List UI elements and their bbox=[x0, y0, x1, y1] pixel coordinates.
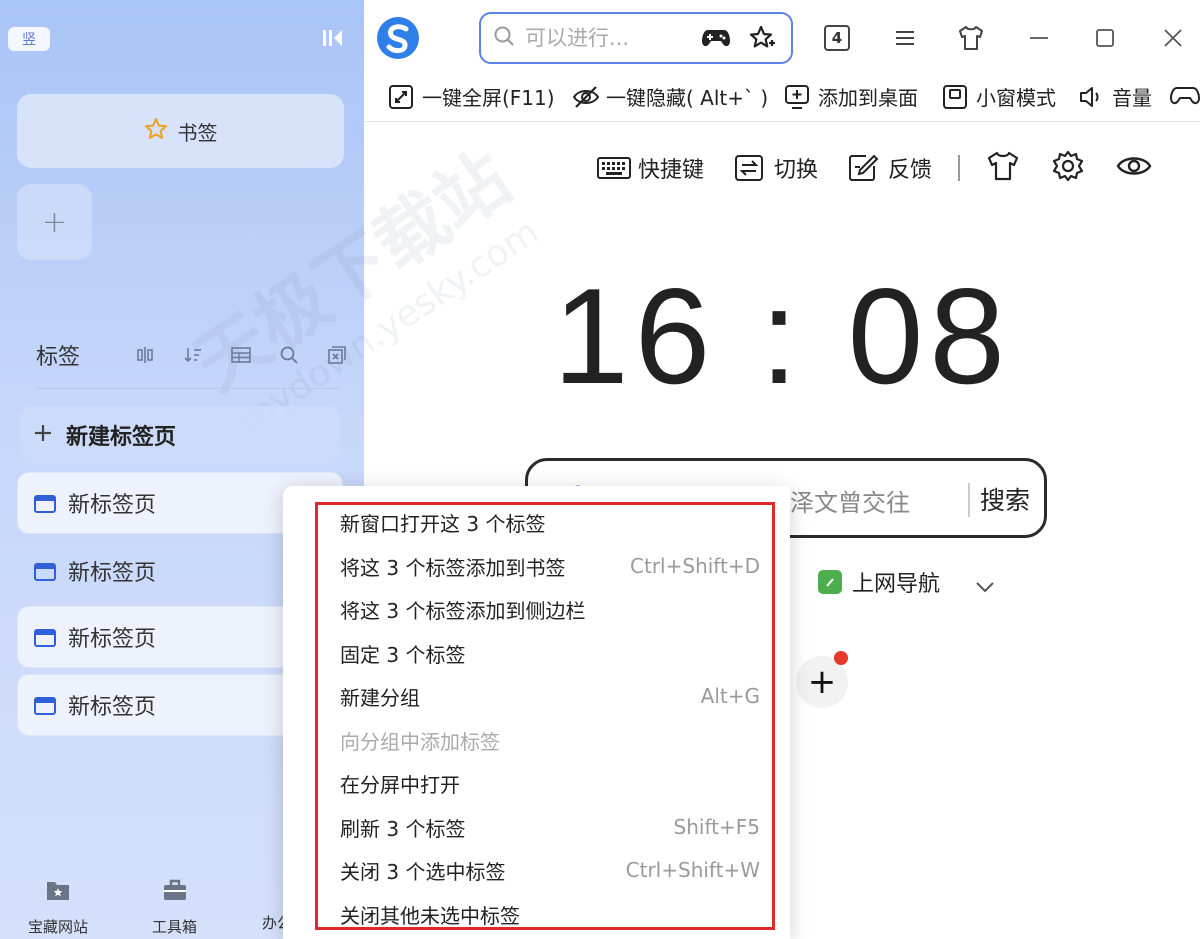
sort-icon[interactable] bbox=[180, 345, 206, 365]
eye-off-icon bbox=[572, 84, 600, 110]
navigation-icon bbox=[818, 570, 842, 594]
fullscreen-button[interactable]: 一键全屏(F11) bbox=[388, 82, 555, 111]
star-add-icon[interactable] bbox=[747, 25, 777, 51]
search-icon bbox=[493, 25, 515, 51]
speaker-icon bbox=[1078, 84, 1104, 110]
browser-tab-icon bbox=[34, 628, 56, 647]
menu-item-open-in-new-window[interactable]: 新窗口打开这 3 个标签 bbox=[340, 502, 760, 542]
quick-hide-button[interactable]: 一键隐藏( Alt+` ) bbox=[572, 82, 768, 111]
browser-tab-icon bbox=[34, 696, 56, 715]
feedback-icon bbox=[846, 152, 882, 184]
eye-icon[interactable] bbox=[1116, 152, 1152, 184]
search-suggestion-text: 泽文曾交往 bbox=[790, 489, 910, 517]
menu-item-add-to-bookmarks[interactable]: 将这 3 个标签添加到书签 Ctrl+Shift+D bbox=[340, 546, 760, 586]
title-bar: 4 bbox=[364, 0, 1200, 74]
tabs-header: 标签 bbox=[36, 338, 356, 372]
menu-item-pin-tabs[interactable]: 固定 3 个标签 bbox=[340, 633, 760, 673]
toolbox-icon bbox=[162, 878, 188, 906]
game-button[interactable] bbox=[1169, 82, 1200, 108]
search-input[interactable] bbox=[525, 26, 685, 50]
maximize-icon[interactable] bbox=[1090, 24, 1120, 52]
tools-separator bbox=[958, 155, 961, 181]
align-icon[interactable] bbox=[132, 345, 158, 365]
menu-item-new-group[interactable]: 新建分组 Alt+G bbox=[340, 676, 760, 716]
close-all-tabs-icon[interactable] bbox=[324, 345, 350, 365]
close-icon[interactable] bbox=[1158, 24, 1188, 52]
keyboard-icon bbox=[596, 152, 632, 184]
minimize-icon[interactable] bbox=[1024, 24, 1054, 52]
skin-shirt-icon[interactable] bbox=[956, 24, 986, 52]
menu-item-open-in-split-screen[interactable]: 在分屏中打开 bbox=[340, 763, 760, 803]
tabs-divider bbox=[36, 388, 340, 389]
treasure-sites-button[interactable]: 宝藏网站 bbox=[28, 878, 88, 937]
toolbox-button[interactable]: 工具箱 bbox=[152, 878, 197, 937]
tab-label: 新标签页 bbox=[68, 561, 157, 586]
feedback-button[interactable]: 反馈 bbox=[846, 152, 932, 184]
browser-logo-icon bbox=[376, 16, 420, 60]
shortcuts-button[interactable]: 快捷键 bbox=[596, 152, 704, 184]
collapse-sidebar-icon[interactable] bbox=[322, 28, 344, 48]
browser-tab-icon bbox=[34, 562, 56, 581]
menu-item-add-to-group: 向分组中添加标签 bbox=[340, 729, 500, 754]
nav-group-selector[interactable]: 上网导航 bbox=[818, 566, 996, 598]
gamepad-outline-icon bbox=[1169, 82, 1200, 108]
menu-item-close-selected-tabs[interactable]: 关闭 3 个选中标签 Ctrl+Shift+W bbox=[340, 850, 760, 890]
switch-button[interactable]: 切换 bbox=[732, 152, 818, 184]
star-icon bbox=[144, 117, 168, 146]
quick-toolbar: 一键全屏(F11) 一键隐藏( Alt+` ) 添加到桌面 小窗模式 音量 bbox=[364, 74, 1200, 122]
chevron-down-icon bbox=[974, 575, 996, 593]
search-button[interactable]: 搜索 bbox=[980, 481, 1030, 517]
tab-label: 新标签页 bbox=[68, 695, 157, 720]
search-tabs-icon[interactable] bbox=[276, 345, 302, 365]
plus-icon bbox=[34, 423, 52, 448]
address-search-box[interactable] bbox=[479, 12, 793, 64]
browser-tab-icon bbox=[34, 494, 56, 513]
switch-icon bbox=[732, 152, 768, 184]
mini-window-icon bbox=[942, 84, 968, 110]
search-separator bbox=[968, 483, 970, 517]
volume-button[interactable]: 音量 bbox=[1078, 82, 1152, 111]
notification-dot bbox=[834, 651, 848, 665]
add-bookmark-button[interactable]: + bbox=[17, 184, 92, 260]
bookmark-label: 书签 bbox=[177, 120, 218, 145]
menu-item-add-to-sidebar[interactable]: 将这 3 个标签添加到侧边栏 bbox=[340, 589, 760, 629]
bookmark-card[interactable]: 书签 bbox=[17, 94, 344, 168]
add-to-desktop-button[interactable]: 添加到桌面 bbox=[784, 82, 918, 111]
theme-shirt-icon[interactable] bbox=[986, 150, 1020, 186]
clock: 16 : 08 bbox=[553, 260, 1011, 412]
vertical-mode-badge[interactable]: 竖 bbox=[8, 27, 50, 51]
menu-icon[interactable] bbox=[890, 24, 920, 52]
grid-view-icon[interactable] bbox=[228, 345, 254, 365]
gamepad-icon[interactable] bbox=[701, 25, 731, 51]
new-tab-button[interactable]: 新建标签页 bbox=[20, 406, 340, 464]
mini-window-button[interactable]: 小窗模式 bbox=[942, 82, 1056, 111]
folder-star-icon bbox=[45, 878, 71, 906]
tab-label: 新标签页 bbox=[68, 627, 157, 652]
newtab-tools: 快捷键 切换 反馈 bbox=[596, 146, 1152, 190]
settings-gear-icon[interactable] bbox=[1052, 150, 1084, 186]
tab-label: 新标签页 bbox=[68, 493, 157, 518]
tab-count-button[interactable]: 4 bbox=[822, 24, 852, 52]
menu-item-close-other-tabs[interactable]: 关闭其他未选中标签 bbox=[340, 894, 760, 934]
add-desktop-icon bbox=[784, 84, 810, 110]
fullscreen-icon bbox=[388, 84, 414, 110]
new-tab-label: 新建标签页 bbox=[66, 425, 177, 450]
menu-item-refresh-tabs[interactable]: 刷新 3 个标签 Shift+F5 bbox=[340, 807, 760, 847]
tabs-title: 标签 bbox=[36, 345, 81, 370]
